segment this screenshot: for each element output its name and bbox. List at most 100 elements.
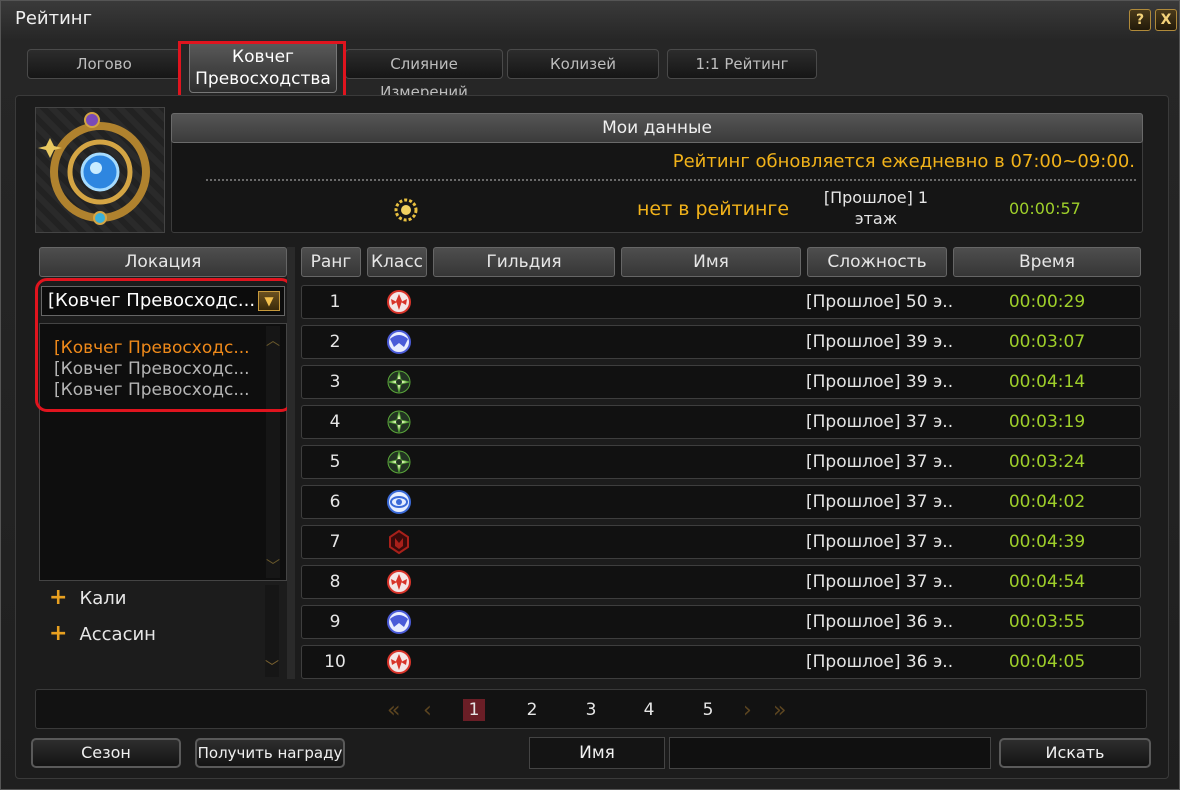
- page-4[interactable]: 4: [638, 699, 660, 721]
- last-page-icon[interactable]: »: [773, 698, 786, 723]
- table-row[interactable]: 1 [Прошлое] 50 э... 00:00:29: [301, 285, 1141, 319]
- column-header-name[interactable]: Имя: [621, 247, 801, 277]
- page-3[interactable]: 3: [580, 699, 602, 721]
- help-button[interactable]: ?: [1129, 9, 1151, 31]
- season-button[interactable]: Сезон: [31, 738, 181, 768]
- rank-cell: 9: [329, 612, 341, 632]
- page-5[interactable]: 5: [697, 699, 719, 721]
- first-page-icon[interactable]: «: [387, 698, 400, 723]
- location-header: Локация: [39, 247, 287, 277]
- difficulty-cell: [Прошлое] 39 э...: [806, 372, 952, 392]
- time-cell: 00:03:55: [1008, 612, 1086, 632]
- difficulty-cell: [Прошлое] 36 э...: [806, 652, 952, 672]
- class-cell: [372, 406, 428, 438]
- phoenix-class-icon: [386, 569, 412, 595]
- phoenix-class-icon: [386, 649, 412, 675]
- column-header-difficulty[interactable]: Сложность: [807, 247, 947, 277]
- rank-cell: 2: [329, 332, 341, 352]
- difficulty-cell: [Прошлое] 37 э...: [806, 492, 952, 512]
- highlight-box-location: [35, 278, 293, 412]
- rank-cell: 10: [324, 652, 346, 672]
- time-cell: 00:04:54: [1008, 572, 1086, 592]
- class-cell: [372, 286, 428, 318]
- shuriken-class-icon: [386, 409, 412, 435]
- column-header-guild[interactable]: Гильдия: [433, 247, 615, 277]
- eye-class-icon: [386, 489, 412, 515]
- close-button[interactable]: X: [1155, 9, 1177, 31]
- ranking-window: Рейтинг ? X Логово Ковчег Превосходства …: [0, 0, 1180, 790]
- tree-item-kali[interactable]: + Кали: [49, 585, 126, 610]
- table-row[interactable]: 3 [Прошлое] 39 э... 00:04:14: [301, 365, 1141, 399]
- dungeon-emblem: [35, 107, 165, 233]
- title-bar[interactable]: Рейтинг ? X: [1, 1, 1180, 37]
- time-cell: 00:03:07: [1008, 332, 1086, 352]
- difficulty-cell: [Прошлое] 39 э...: [806, 332, 952, 352]
- tree-item-label: Ассасин: [79, 624, 156, 645]
- table-row[interactable]: 7 [Прошлое] 37 э... 00:04:39: [301, 525, 1141, 559]
- my-rank: нет в рейтинге: [637, 198, 790, 220]
- rank-cell: 4: [329, 412, 341, 432]
- class-cell: [372, 606, 428, 638]
- tab-colosseum[interactable]: Колизей: [507, 49, 659, 79]
- table-row[interactable]: 6 [Прошлое] 37 э... 00:04:02: [301, 485, 1141, 519]
- rank-cell: 8: [329, 572, 341, 592]
- table-row[interactable]: 10 [Прошлое] 36 э... 00:04:05: [301, 645, 1141, 679]
- get-reward-button[interactable]: Получить награду: [195, 738, 345, 768]
- rank-cell: 3: [329, 372, 341, 392]
- class-cell: [372, 326, 428, 358]
- window-title: Рейтинг: [15, 8, 93, 29]
- column-header-time[interactable]: Время: [953, 247, 1141, 277]
- my-difficulty: [Прошлое] 1 этаж: [801, 187, 951, 229]
- table-row[interactable]: 4 [Прошлое] 37 э... 00:03:19: [301, 405, 1141, 439]
- time-cell: 00:00:29: [1008, 292, 1086, 312]
- shuriken-class-icon: [386, 449, 412, 475]
- class-cell: [372, 566, 428, 598]
- difficulty-cell: [Прошлое] 37 э...: [806, 412, 952, 432]
- time-cell: 00:04:05: [1008, 652, 1086, 672]
- phoenix-class-icon: [386, 289, 412, 315]
- difficulty-cell: [Прошлое] 37 э...: [806, 532, 952, 552]
- my-difficulty-line1: [Прошлое] 1: [823, 188, 929, 207]
- chevron-down-icon[interactable]: ﹀: [265, 657, 279, 677]
- time-cell: 00:04:39: [1008, 532, 1086, 552]
- next-page-icon[interactable]: ›: [743, 698, 752, 723]
- tab-lair[interactable]: Логово: [27, 49, 181, 79]
- demon-class-icon: [386, 529, 412, 555]
- tab-1v1-rating[interactable]: 1:1 Рейтинг: [667, 49, 817, 79]
- difficulty-cell: [Прошлое] 50 э...: [806, 292, 952, 312]
- class-cell: [372, 526, 428, 558]
- chevron-down-icon[interactable]: ﹀: [266, 556, 280, 576]
- class-cell: [372, 366, 428, 398]
- name-search-input[interactable]: [669, 737, 991, 769]
- rank-cell: 6: [329, 492, 341, 512]
- difficulty-cell: [Прошлое] 37 э...: [806, 572, 952, 592]
- plus-icon[interactable]: +: [49, 585, 67, 610]
- shuriken-class-icon: [386, 369, 412, 395]
- difficulty-cell: [Прошлое] 36 э...: [806, 612, 952, 632]
- my-data-header: Мои данные: [171, 113, 1143, 143]
- time-cell: 00:04:14: [1008, 372, 1086, 392]
- my-time: 00:00:57: [1009, 199, 1081, 218]
- time-cell: 00:04:02: [1008, 492, 1086, 512]
- update-notice: Рейтинг обновляется ежедневно в 07:00~09…: [672, 151, 1135, 172]
- plus-icon[interactable]: +: [49, 621, 67, 646]
- gear-sun-icon: [393, 197, 419, 223]
- tree-item-label: Кали: [79, 588, 127, 609]
- column-header-rank[interactable]: Ранг: [301, 247, 361, 277]
- table-row[interactable]: 5 [Прошлое] 37 э... 00:03:24: [301, 445, 1141, 479]
- table-row[interactable]: 8 [Прошлое] 37 э... 00:04:54: [301, 565, 1141, 599]
- time-cell: 00:03:19: [1008, 412, 1086, 432]
- page-1[interactable]: 1: [463, 699, 485, 721]
- column-header-class[interactable]: Класс: [367, 247, 427, 277]
- rank-cell: 1: [329, 292, 341, 312]
- search-button[interactable]: Искать: [999, 738, 1151, 768]
- page-2[interactable]: 2: [521, 699, 543, 721]
- rank-cell: 7: [329, 532, 341, 552]
- prev-page-icon[interactable]: ‹: [423, 698, 432, 723]
- table-row[interactable]: 2 [Прошлое] 39 э... 00:03:07: [301, 325, 1141, 359]
- tree-item-assassin[interactable]: + Ассасин: [49, 621, 156, 646]
- table-row[interactable]: 9 [Прошлое] 36 э... 00:03:55: [301, 605, 1141, 639]
- my-difficulty-line2: этаж: [854, 209, 898, 228]
- tab-dimension-fusion[interactable]: Слияние Измерений: [345, 49, 503, 101]
- rank-cell: 5: [329, 452, 341, 472]
